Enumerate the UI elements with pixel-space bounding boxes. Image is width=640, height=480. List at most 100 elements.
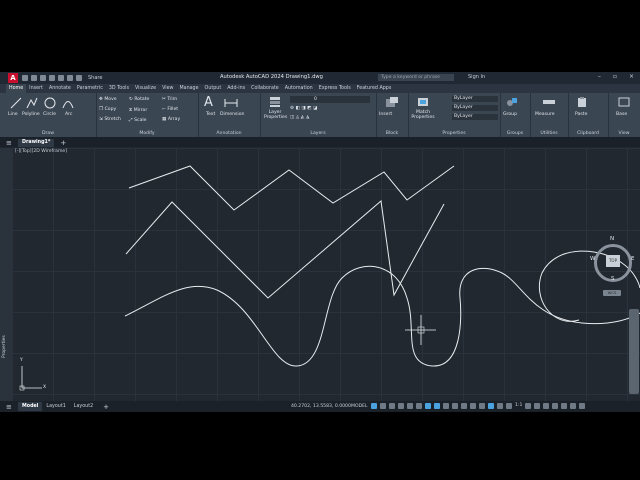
dimension-icon[interactable] xyxy=(224,97,238,109)
circle-icon[interactable] xyxy=(44,97,56,109)
search-input[interactable]: Type a keyword or phrase xyxy=(378,74,454,81)
fillet-button[interactable]: ⌐ Fillet xyxy=(162,107,178,112)
match-properties-button[interactable]: Match Properties xyxy=(410,110,436,120)
viewcube-west[interactable]: W xyxy=(590,256,595,262)
quick-properties-icon[interactable] xyxy=(552,403,559,409)
customization-icon[interactable] xyxy=(579,403,586,409)
trim-button[interactable]: ✂ Trim xyxy=(162,97,177,102)
share-button[interactable]: Share xyxy=(88,75,102,81)
menu-icon[interactable]: ≡ xyxy=(6,139,14,147)
tab-view[interactable]: View xyxy=(159,84,176,93)
color-dropdown[interactable]: ByLayer xyxy=(452,96,498,102)
redo-icon[interactable] xyxy=(76,75,82,81)
object-track-icon[interactable] xyxy=(416,403,422,409)
stretch-button[interactable]: ⇲ Stretch xyxy=(99,117,121,122)
tab-insert[interactable]: Insert xyxy=(26,84,46,93)
tab-express-tools[interactable]: Express Tools xyxy=(316,84,354,93)
status-menu-icon[interactable]: ≡ xyxy=(6,403,14,411)
isodraft-icon[interactable] xyxy=(407,403,413,409)
base-button[interactable]: Base xyxy=(616,112,627,117)
tab-drawing1[interactable]: Drawing1* xyxy=(18,138,55,147)
add-layout-icon[interactable]: + xyxy=(103,403,109,411)
mirror-button[interactable]: ⧖ Mirror xyxy=(129,107,147,113)
tab-3d-tools[interactable]: 3D Tools xyxy=(106,84,132,93)
viewcube-east[interactable]: E xyxy=(631,256,634,262)
dynamic-ucs-icon[interactable] xyxy=(470,403,476,409)
polyline-button[interactable]: Polyline xyxy=(22,112,40,117)
linetype-dropdown[interactable]: ByLayer xyxy=(452,114,498,120)
lineweight-toggle-icon[interactable] xyxy=(434,403,440,409)
wcs-menu[interactable]: WCS xyxy=(603,290,621,296)
layer-dropdown[interactable]: 0 xyxy=(290,96,370,103)
annotation-monitor-icon[interactable] xyxy=(534,403,541,409)
lineweight-dropdown[interactable]: ByLayer xyxy=(452,105,498,111)
tab-featured-apps[interactable]: Featured Apps xyxy=(354,84,395,93)
tab-model[interactable]: Model xyxy=(18,402,43,411)
sign-in-button[interactable]: Sign In xyxy=(468,74,485,80)
polar-toggle-icon[interactable] xyxy=(398,403,404,409)
move-button[interactable]: ✥ Move xyxy=(99,97,117,102)
annotation-visibility-icon[interactable] xyxy=(497,403,503,409)
tab-parametric[interactable]: Parametric xyxy=(74,84,106,93)
ortho-toggle-icon[interactable] xyxy=(389,403,395,409)
measure-button[interactable]: Measure xyxy=(535,112,555,117)
save-icon[interactable] xyxy=(40,75,46,81)
viewcube-south[interactable]: S xyxy=(611,276,615,282)
text-icon[interactable]: A xyxy=(204,95,213,110)
insert-block-icon[interactable] xyxy=(385,96,399,108)
polyline-icon[interactable] xyxy=(26,97,38,109)
tab-layout1[interactable]: Layout1 xyxy=(42,402,69,411)
insert-button[interactable]: Insert xyxy=(379,112,392,117)
tab-visualize[interactable]: Visualize xyxy=(132,84,159,93)
app-logo[interactable]: A xyxy=(8,73,18,83)
open-icon[interactable] xyxy=(31,75,37,81)
rotate-button[interactable]: ↻ Rotate xyxy=(129,97,149,102)
selection-filter-icon[interactable] xyxy=(479,403,485,409)
layer-properties-button[interactable]: Layer Properties xyxy=(264,110,287,120)
match-properties-icon[interactable] xyxy=(416,96,430,108)
tab-annotate[interactable]: Annotate xyxy=(46,84,74,93)
arc-icon[interactable] xyxy=(62,97,74,109)
grid-toggle-icon[interactable] xyxy=(371,403,377,409)
minimize-icon[interactable]: – xyxy=(598,73,601,80)
units-icon[interactable] xyxy=(543,403,550,409)
print-icon[interactable] xyxy=(58,75,64,81)
paste-button[interactable]: Paste xyxy=(575,112,587,117)
snap-toggle-icon[interactable] xyxy=(380,403,386,409)
measure-icon[interactable] xyxy=(542,96,556,108)
viewcube-north[interactable]: N xyxy=(610,236,614,242)
line-button[interactable]: Line xyxy=(8,112,18,117)
group-button[interactable]: Group xyxy=(503,112,517,117)
circle-button[interactable]: Circle xyxy=(43,112,56,117)
navigation-bar[interactable] xyxy=(629,309,639,394)
tab-home[interactable]: Home xyxy=(6,83,27,94)
osnap-toggle-icon[interactable] xyxy=(425,403,431,409)
tab-add-ins[interactable]: Add-ins xyxy=(224,84,248,93)
paste-icon[interactable] xyxy=(576,96,588,108)
tab-layout2[interactable]: Layout2 xyxy=(70,402,97,411)
clean-screen-icon[interactable] xyxy=(570,403,577,409)
line-icon[interactable] xyxy=(10,97,22,109)
viewport-controls[interactable]: [-][Top][2D Wireframe] xyxy=(15,149,67,154)
properties-palette-collapsed[interactable]: Properties xyxy=(0,148,12,401)
array-button[interactable]: ▦ Array xyxy=(162,117,180,122)
drawing-canvas[interactable]: Y X xyxy=(12,148,640,401)
transparency-icon[interactable] xyxy=(443,403,449,409)
viewcube-top-face[interactable]: TOP xyxy=(606,255,620,267)
workspace-gear-icon[interactable] xyxy=(525,403,532,409)
tab-manage[interactable]: Manage xyxy=(176,84,201,93)
dimension-button[interactable]: Dimension xyxy=(220,112,244,117)
layer-properties-icon[interactable] xyxy=(268,96,282,108)
3d-osnap-icon[interactable] xyxy=(461,403,467,409)
isolate-objects-icon[interactable] xyxy=(561,403,568,409)
tab-collaborate[interactable]: Collaborate xyxy=(248,84,282,93)
selection-cycling-icon[interactable] xyxy=(452,403,458,409)
group-icon[interactable] xyxy=(505,96,519,108)
new-icon[interactable] xyxy=(22,75,28,81)
new-tab-icon[interactable]: + xyxy=(60,139,66,147)
gizmo-icon[interactable] xyxy=(488,403,494,409)
auto-scale-icon[interactable] xyxy=(506,403,512,409)
tab-output[interactable]: Output xyxy=(202,84,225,93)
maximize-icon[interactable]: ▫ xyxy=(613,73,617,80)
text-button[interactable]: Text xyxy=(206,112,215,117)
